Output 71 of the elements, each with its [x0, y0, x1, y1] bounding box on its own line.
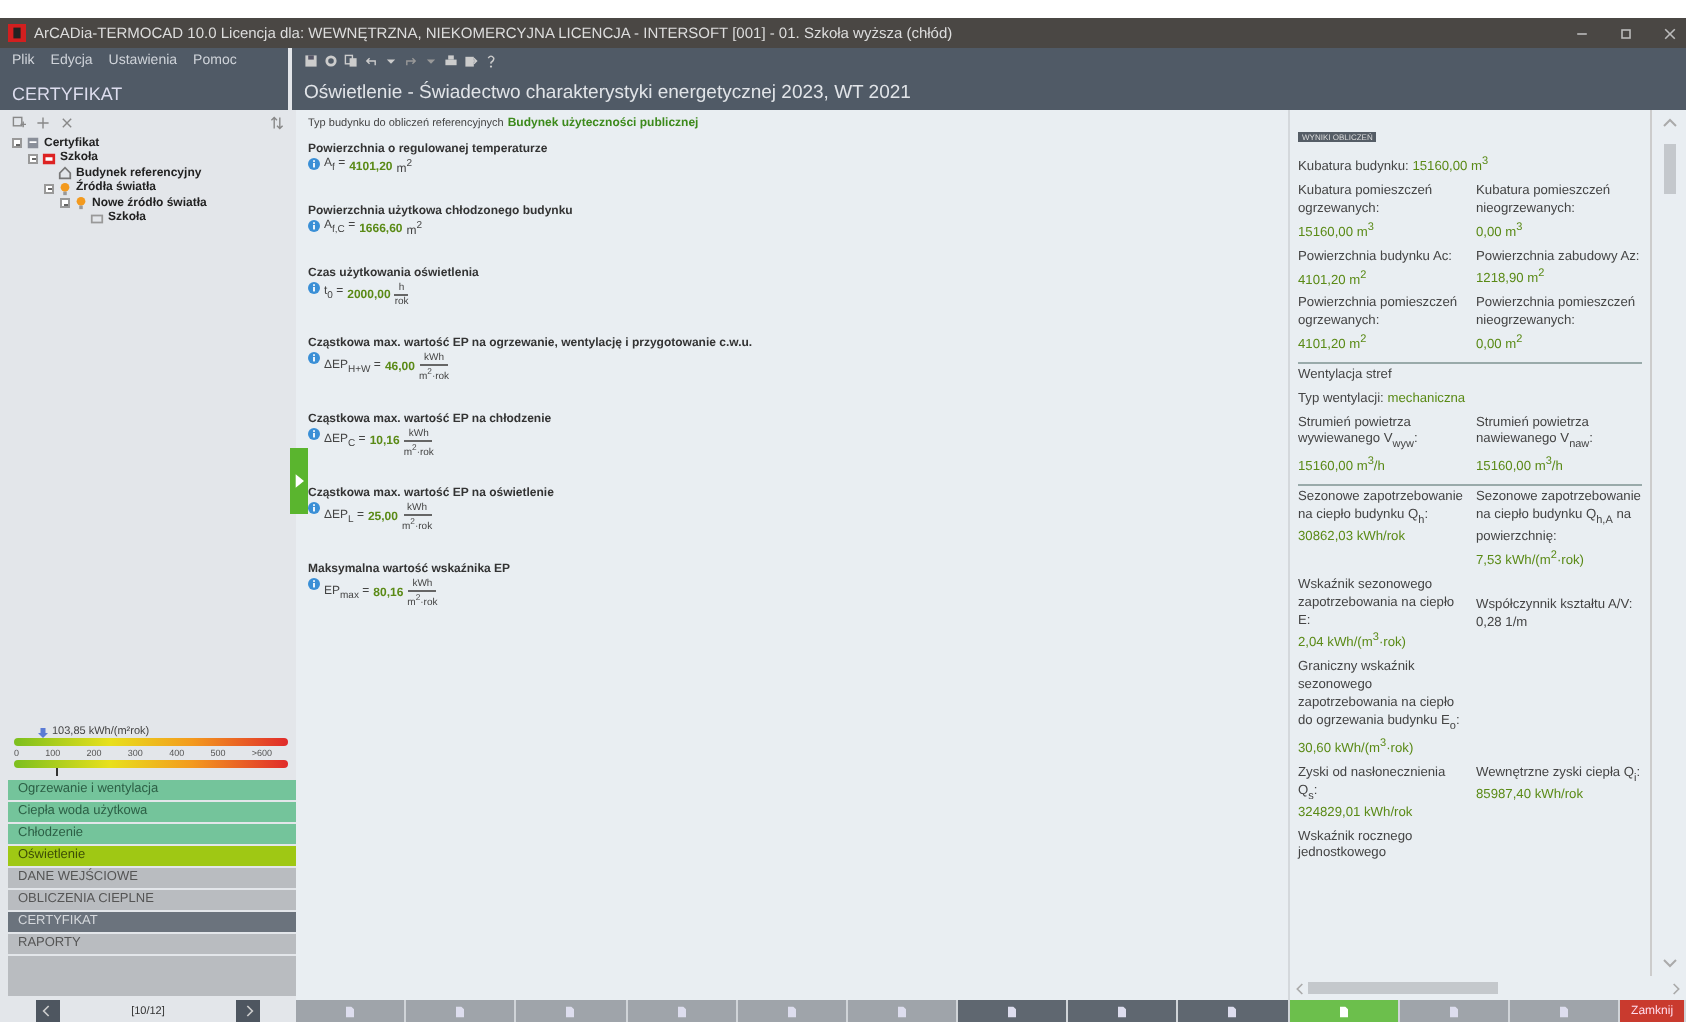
collapse-box-icon[interactable] [44, 183, 54, 194]
collapse-box-icon[interactable] [28, 153, 38, 164]
info-icon[interactable] [308, 577, 320, 590]
document-icon [566, 1005, 575, 1017]
document-icon [787, 1005, 796, 1017]
toolbar-button[interactable] [1509, 1000, 1621, 1022]
arrow-right-icon [294, 474, 304, 488]
collapse-box-icon[interactable] [12, 138, 22, 149]
info-icon[interactable] [308, 158, 320, 170]
document-icon [897, 1005, 906, 1017]
dropdown-caret-icon[interactable] [424, 54, 438, 68]
scroll-left-icon[interactable] [1294, 981, 1304, 995]
redo-icon[interactable] [404, 54, 418, 68]
toolbar-button[interactable] [958, 1000, 1069, 1022]
toolbar-button[interactable] [1178, 1000, 1290, 1022]
toolbar-button[interactable] [737, 1000, 848, 1022]
chevron-right-icon [243, 1004, 254, 1018]
print-icon[interactable] [444, 54, 458, 68]
save-icon[interactable] [304, 54, 318, 68]
document-icon [346, 1005, 355, 1017]
chevron-left-icon [42, 1004, 53, 1018]
plus-icon[interactable] [36, 116, 50, 130]
document-icon [456, 1005, 465, 1017]
collapse-box-icon[interactable] [60, 198, 70, 209]
gear-icon[interactable] [324, 54, 338, 68]
next-button[interactable] [236, 1000, 261, 1022]
maximize-icon[interactable] [1618, 25, 1634, 41]
panel-title: CERTYFIKAT [12, 84, 125, 104]
info-icon[interactable] [308, 352, 320, 364]
info-icon[interactable] [308, 220, 320, 232]
house-icon [58, 166, 72, 181]
toolbar-button[interactable] [1068, 1000, 1179, 1022]
scroll-down-icon[interactable] [1661, 958, 1677, 970]
document-icon [1559, 1005, 1568, 1017]
toolbar-button[interactable] [1399, 1000, 1510, 1022]
certificate-icon [26, 136, 40, 151]
toolbar-button[interactable] [847, 1000, 959, 1022]
document-icon [1118, 1005, 1127, 1017]
dropdown-caret-icon[interactable] [384, 54, 398, 68]
page-title: Oświetlenie - Świadectwo charakterystyki energetycznej 2023, WT 2021 [304, 82, 913, 104]
copy-icon[interactable] [344, 54, 358, 68]
document-icon [1449, 1005, 1458, 1017]
building-icon [42, 151, 56, 166]
add-item-icon[interactable] [12, 116, 26, 130]
document-icon [1228, 1005, 1237, 1017]
toolbar-button[interactable] [406, 1000, 517, 1022]
sort-icon[interactable] [270, 116, 284, 130]
info-icon[interactable] [308, 427, 320, 440]
panel-handle[interactable] [290, 448, 308, 514]
undo-icon[interactable] [364, 54, 378, 68]
info-icon[interactable] [308, 282, 320, 294]
down-arrow-icon [38, 727, 48, 737]
help-icon[interactable] [484, 54, 498, 68]
close-icon[interactable] [1662, 25, 1678, 41]
toolbar-button[interactable] [1289, 1000, 1400, 1022]
room-icon [90, 211, 104, 226]
toolbar-button[interactable] [516, 1000, 628, 1022]
document-icon [677, 1005, 686, 1017]
previous-button[interactable] [35, 1000, 60, 1022]
document-icon [1008, 1005, 1017, 1017]
scroll-up-icon[interactable] [1661, 116, 1677, 128]
document-icon [1339, 1005, 1348, 1017]
toolbar-button[interactable] [296, 1000, 407, 1022]
app-logo-icon [8, 24, 26, 42]
scroll-thumb[interactable] [1308, 982, 1498, 994]
delete-icon[interactable] [60, 116, 74, 130]
toolbar-button[interactable] [627, 1000, 738, 1022]
info-icon[interactable] [308, 502, 320, 515]
scroll-right-icon[interactable] [1672, 981, 1682, 995]
export-icon[interactable] [464, 54, 478, 68]
scroll-thumb[interactable] [1663, 144, 1675, 194]
